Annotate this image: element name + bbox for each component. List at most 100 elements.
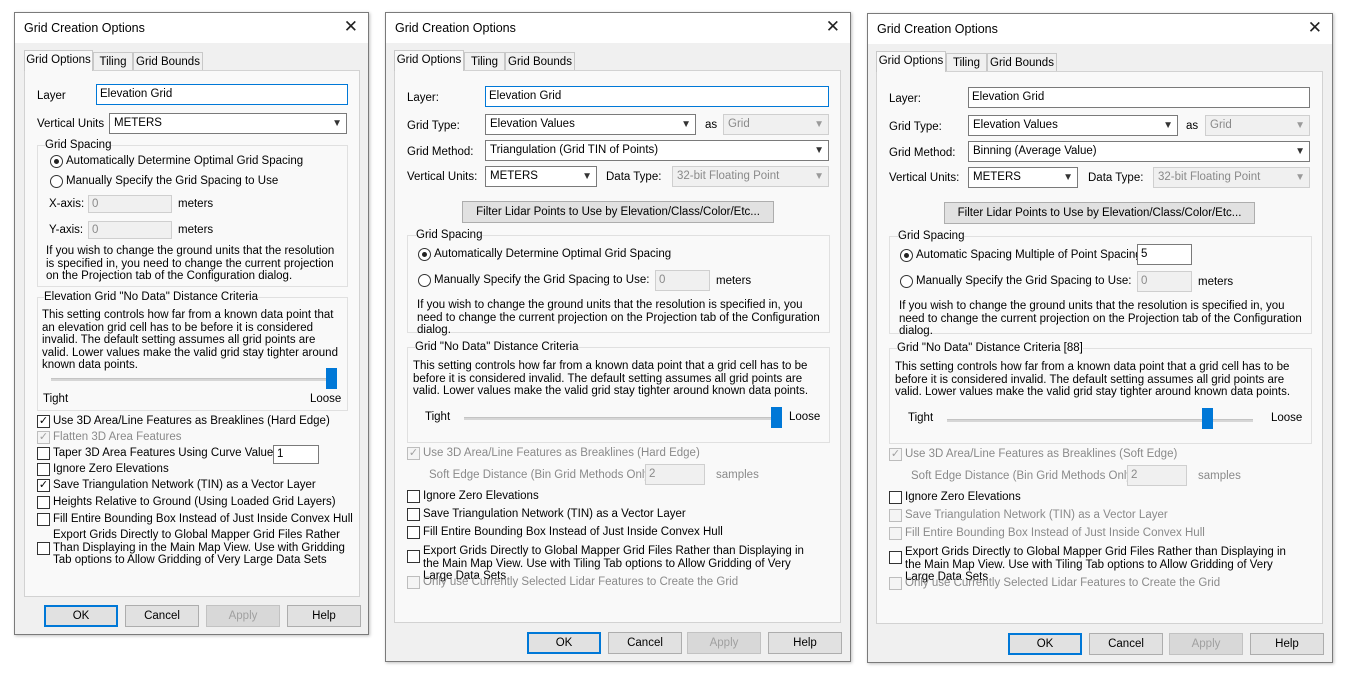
grid-method-select[interactable]: Triangulation (Grid TIN of Points) ▼	[485, 140, 829, 161]
manual-spacing-label: Manually Specify the Grid Spacing to Use…	[916, 275, 1132, 287]
help-button[interactable]: Help	[287, 605, 361, 627]
export-grids-checkbox[interactable]	[889, 551, 902, 564]
flatten-checkbox[interactable]: ✓	[37, 431, 50, 444]
tab-grid-bounds[interactable]: Grid Bounds	[505, 52, 575, 71]
auto-spacing-multiple-input[interactable]: 5	[1137, 244, 1192, 265]
radio-selected-dot	[422, 252, 427, 257]
auto-spacing-label: Automatically Determine Optimal Grid Spa…	[66, 155, 304, 167]
fill-bbox-checkbox[interactable]	[889, 527, 902, 540]
ok-button[interactable]: OK	[1008, 633, 1082, 655]
slider-loose-label: Loose	[789, 411, 821, 423]
fill-bbox-checkbox[interactable]	[407, 526, 420, 539]
ignore-zero-label: Ignore Zero Elevations	[905, 491, 1021, 503]
no-data-slider-thumb[interactable]	[1201, 408, 1213, 429]
ignore-zero-label: Ignore Zero Elevations	[423, 490, 539, 502]
no-data-slider-thumb[interactable]	[325, 368, 337, 389]
save-tin-checkbox[interactable]	[889, 509, 902, 522]
manual-spacing-radio[interactable]	[50, 175, 63, 188]
tab-tiling[interactable]: Tiling	[946, 53, 987, 72]
manual-spacing-unit: meters	[716, 275, 752, 287]
ignore-zero-checkbox[interactable]	[37, 463, 50, 476]
manual-spacing-input[interactable]: 0	[1137, 271, 1192, 292]
save-tin-checkbox[interactable]	[407, 508, 420, 521]
as-select[interactable]: Grid ▼	[1205, 115, 1310, 136]
slider-tight-label: Tight	[425, 411, 451, 423]
manual-spacing-radio[interactable]	[418, 274, 431, 287]
selected-lidar-checkbox[interactable]	[889, 577, 902, 590]
save-tin-checkbox[interactable]: ✓	[37, 479, 50, 492]
ok-button[interactable]: OK	[527, 632, 601, 654]
vertical-units-select[interactable]: METERS ▼	[485, 166, 597, 187]
tab-tiling[interactable]: Tiling	[464, 52, 505, 71]
tab-grid-options[interactable]: Grid Options	[24, 50, 93, 71]
close-icon[interactable]: ✕	[1308, 18, 1322, 38]
export-grids-checkbox[interactable]	[37, 542, 50, 555]
manual-spacing-input[interactable]: 0	[655, 270, 710, 291]
manual-spacing-radio[interactable]	[900, 275, 913, 288]
title-bar[interactable]: Grid Creation Options ✕	[386, 13, 850, 43]
cancel-button[interactable]: Cancel	[1089, 633, 1163, 655]
filter-lidar-button[interactable]: Filter Lidar Points to Use by Elevation/…	[462, 201, 774, 223]
grid-method-select[interactable]: Binning (Average Value) ▼	[968, 141, 1310, 162]
layer-name-input[interactable]: Elevation Grid	[96, 84, 348, 105]
taper-value-input[interactable]: 1	[273, 445, 319, 464]
save-tin-label: Save Triangulation Network (TIN) as a Ve…	[905, 509, 1168, 521]
soft-edge-input[interactable]: 2	[645, 464, 705, 485]
tab-grid-bounds[interactable]: Grid Bounds	[987, 53, 1057, 72]
help-button[interactable]: Help	[768, 632, 842, 654]
as-select[interactable]: Grid ▼	[723, 114, 829, 135]
layer-name-input[interactable]: Elevation Grid	[485, 86, 829, 107]
cancel-button[interactable]: Cancel	[608, 632, 682, 654]
chevron-down-icon: ▼	[1295, 146, 1305, 157]
layer-name-input[interactable]: Elevation Grid	[968, 87, 1310, 108]
taper-checkbox[interactable]	[37, 447, 50, 460]
cancel-button[interactable]: Cancel	[125, 605, 199, 627]
ignore-zero-checkbox[interactable]	[407, 490, 420, 503]
data-type-value: 32-bit Floating Point	[677, 170, 780, 182]
filter-lidar-button[interactable]: Filter Lidar Points to Use by Elevation/…	[944, 202, 1255, 224]
fill-bbox-checkbox[interactable]	[37, 513, 50, 526]
close-icon[interactable]: ✕	[344, 17, 358, 37]
heights-relative-checkbox[interactable]	[37, 496, 50, 509]
vertical-units-label: Vertical Units	[37, 118, 105, 130]
grid-type-select[interactable]: Elevation Values ▼	[968, 115, 1178, 136]
y-axis-input[interactable]: 0	[88, 221, 172, 239]
selected-lidar-checkbox[interactable]	[407, 576, 420, 589]
taper-label: Taper 3D Area Features Using Curve Value…	[53, 447, 277, 459]
apply-button[interactable]: Apply	[1169, 633, 1243, 655]
layer-label: Layer:	[407, 92, 439, 104]
data-type-select[interactable]: 32-bit Floating Point ▼	[672, 166, 829, 187]
tab-grid-bounds[interactable]: Grid Bounds	[133, 52, 203, 71]
soft-edge-unit: samples	[716, 469, 759, 481]
x-axis-input[interactable]: 0	[88, 195, 172, 213]
close-icon[interactable]: ✕	[826, 17, 840, 37]
grid-type-select[interactable]: Elevation Values ▼	[485, 114, 696, 135]
apply-button[interactable]: Apply	[206, 605, 280, 627]
dialog-title: Grid Creation Options	[877, 22, 998, 36]
vertical-units-select[interactable]: METERS ▼	[968, 167, 1078, 188]
vertical-units-select[interactable]: METERS ▼	[109, 113, 347, 134]
title-bar[interactable]: Grid Creation Options ✕	[15, 13, 368, 43]
apply-button[interactable]: Apply	[687, 632, 761, 654]
tab-grid-options[interactable]: Grid Options	[876, 51, 946, 72]
vertical-units-label: Vertical Units:	[407, 171, 478, 183]
ignore-zero-checkbox[interactable]	[889, 491, 902, 504]
no-data-slider-thumb[interactable]	[770, 407, 782, 428]
tab-grid-options[interactable]: Grid Options	[394, 50, 464, 71]
dialog-1: Grid Creation Options ✕ Grid Options Til…	[14, 12, 369, 635]
breaklines-checkbox[interactable]: ✓	[37, 415, 50, 428]
breaklines-checkbox[interactable]: ✓	[889, 448, 902, 461]
export-grids-checkbox[interactable]	[407, 550, 420, 563]
auto-spacing-radio[interactable]	[50, 155, 63, 168]
soft-edge-unit: samples	[1198, 470, 1241, 482]
title-bar[interactable]: Grid Creation Options ✕	[868, 14, 1332, 44]
breaklines-checkbox[interactable]: ✓	[407, 447, 420, 460]
tab-tiling[interactable]: Tiling	[93, 52, 133, 71]
auto-spacing-radio[interactable]	[418, 248, 431, 261]
help-button[interactable]: Help	[1250, 633, 1324, 655]
data-type-select[interactable]: 32-bit Floating Point ▼	[1153, 167, 1310, 188]
selected-lidar-label: Only use Currently Selected Lidar Featur…	[905, 577, 1221, 589]
auto-spacing-radio[interactable]	[900, 249, 913, 262]
soft-edge-input[interactable]: 2	[1127, 465, 1187, 486]
ok-button[interactable]: OK	[44, 605, 118, 627]
